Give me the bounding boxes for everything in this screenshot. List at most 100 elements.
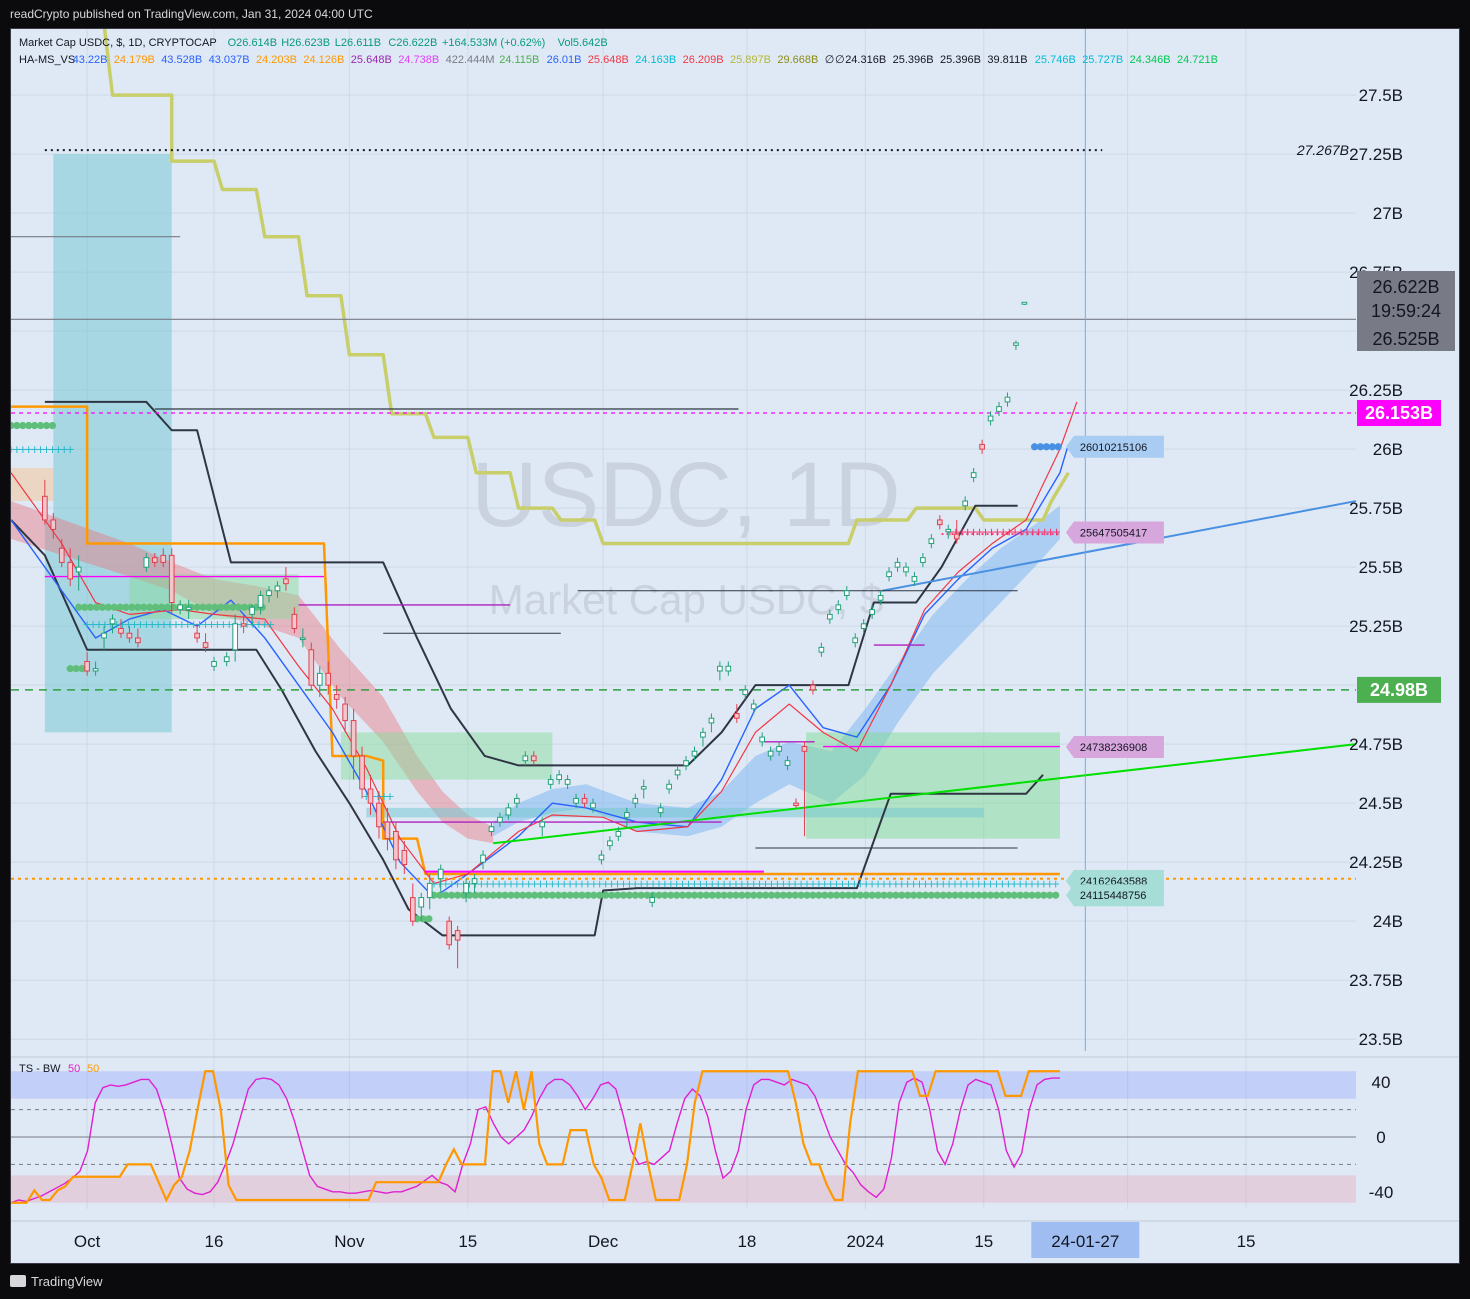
candle <box>151 557 158 563</box>
candle <box>418 897 425 908</box>
candle <box>283 578 289 585</box>
resistance-crosses: + <box>66 443 75 456</box>
candle <box>42 495 48 521</box>
x-tick-label: 18 <box>737 1232 756 1251</box>
candle <box>135 637 141 644</box>
legend-indicator-item: 24.203B <box>256 54 297 66</box>
candle <box>463 882 469 894</box>
candle <box>700 731 706 738</box>
y-tick-label: 27.5B <box>1359 86 1403 105</box>
candle <box>547 779 554 785</box>
inline-label: 26010215106 <box>1080 442 1147 454</box>
osc-tick-label: -40 <box>1369 1183 1394 1202</box>
legend-indicator-item: ∅ <box>825 54 835 66</box>
y-tick-label: 27B <box>1373 204 1403 223</box>
osc-param: 50 <box>68 1063 80 1075</box>
support-dots <box>425 915 433 923</box>
legend-indicator-item: 24.179B <box>114 54 155 66</box>
candle <box>556 774 562 781</box>
publisher-line: readCrypto published on TradingView.com,… <box>10 7 373 21</box>
osc-param: 50 <box>87 1063 99 1075</box>
zone-green <box>806 732 1060 839</box>
candle <box>50 519 57 530</box>
x-tick-label: 2024 <box>846 1232 884 1251</box>
x-tick-label: Oct <box>74 1232 101 1251</box>
x-tick-label: 15 <box>1237 1232 1256 1251</box>
candle <box>194 632 200 639</box>
resistance-crosses: + <box>266 618 275 631</box>
candle <box>750 703 757 710</box>
candle <box>920 557 926 563</box>
legend-main-item: O26.614B <box>228 37 278 49</box>
candle <box>657 807 664 814</box>
y-tick-label: 26.25B <box>1349 381 1403 400</box>
chart-panel[interactable]: USDC, 1D Market Cap USDC, $ + + + + + + + + + + + +… <box>10 28 1460 1264</box>
publisher-bar: readCrypto published on TradingView.com,… <box>0 0 1470 28</box>
candle <box>223 656 230 663</box>
legend-indicator-item: 24.115B <box>499 54 539 66</box>
price-tag-group: 26.622B 19:59:24 26.525B <box>1357 271 1455 351</box>
candle <box>101 632 107 639</box>
candle <box>843 590 850 596</box>
candle <box>92 668 99 672</box>
legend-indicator-item: 25.396B <box>893 54 934 66</box>
candle <box>877 594 884 601</box>
zone-cyan <box>366 807 984 818</box>
candle <box>886 571 892 578</box>
candle <box>615 830 622 837</box>
legend-indicator-item: 25.727B <box>1082 54 1123 66</box>
candle <box>274 585 281 592</box>
candle <box>683 760 689 766</box>
y-tick-label: 25.5B <box>1359 558 1403 577</box>
y-tick-label: 23.5B <box>1359 1030 1403 1049</box>
candle <box>505 807 512 816</box>
x-tick-label: 16 <box>205 1232 224 1251</box>
candle <box>903 566 909 573</box>
candle <box>437 868 444 880</box>
legend-indicator-item: 39.811B <box>987 54 1027 66</box>
candle <box>342 703 348 722</box>
price-tag-text: 26.525B <box>1372 329 1439 349</box>
candle <box>384 821 391 840</box>
candle <box>308 649 315 686</box>
candle <box>793 802 799 807</box>
legend-indicator-item: 24.316B <box>845 54 886 66</box>
candle <box>522 755 529 762</box>
candle <box>168 554 175 604</box>
inline-label: 24115448756 <box>1080 890 1146 902</box>
candle <box>367 788 374 804</box>
support-dots <box>1052 891 1060 899</box>
candle <box>733 712 740 719</box>
y-tick-label: 25.25B <box>1349 617 1403 636</box>
candle <box>160 554 167 563</box>
candle <box>514 797 520 804</box>
candle <box>350 720 357 757</box>
candle <box>759 736 765 743</box>
candle <box>666 783 672 790</box>
price-chart[interactable]: USDC, 1D Market Cap USDC, $ ++++++++++++… <box>11 29 1460 1264</box>
candle <box>118 628 124 634</box>
candle <box>325 672 332 686</box>
candles <box>42 301 1028 969</box>
candle <box>454 930 461 941</box>
legend-indicator-item: 24.126B <box>303 54 344 66</box>
candle <box>1004 396 1011 403</box>
legend-indicator-item: 25.897B <box>730 54 771 66</box>
candle <box>333 694 340 700</box>
tradingview-logo[interactable]: TradingView <box>10 1274 103 1289</box>
candle <box>607 840 613 847</box>
watermark-symbol: USDC, 1D <box>471 444 900 546</box>
osc-tick-label: 0 <box>1376 1128 1385 1147</box>
candle <box>632 797 639 804</box>
candle <box>962 500 969 507</box>
legend-indicator-item: 25.648B <box>588 54 629 66</box>
candle <box>409 897 416 922</box>
candle <box>67 561 74 580</box>
inline-label: 24738236908 <box>1080 742 1147 754</box>
candle <box>818 646 825 653</box>
legend-indicator-item: 24.738B <box>398 54 439 66</box>
candle <box>649 897 656 903</box>
candle <box>852 637 859 644</box>
legend-indicator-item: 24.163B <box>635 54 676 66</box>
watermark-name: Market Cap USDC, $ <box>489 576 883 623</box>
